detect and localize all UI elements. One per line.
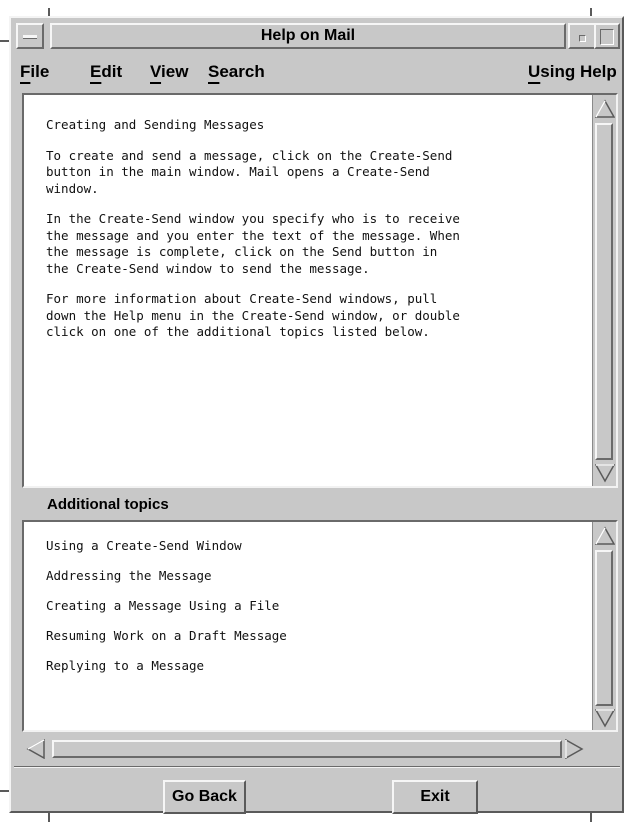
triangle-left-icon[interactable] [26,739,46,759]
minimize-button[interactable] [568,23,596,49]
scrollbar-thumb[interactable] [595,123,613,460]
triangle-down-icon[interactable] [595,708,615,728]
frame-tick [590,812,592,822]
menu-label: ile [30,62,50,81]
help-paragraph: In the Create-Send window you specify wh… [46,211,460,276]
menu-search[interactable]: Search [208,62,265,82]
help-text-pane[interactable]: Creating and Sending Messages To create … [22,93,618,488]
help-heading: Creating and Sending Messages [46,117,265,132]
title-bar: Help on Mail [14,20,620,54]
menu-mnemonic: U [528,62,541,81]
menu-mnemonic: S [208,62,220,81]
menu-bar: File Edit View Search Using Help [14,56,620,90]
minimize-icon [579,35,586,42]
frame-tick [48,812,50,822]
triangle-down-icon[interactable] [595,463,615,483]
menu-view[interactable]: View [150,62,188,82]
topic-item[interactable]: Using a Create-Send Window [46,538,287,568]
help-vertical-scrollbar[interactable] [592,95,616,486]
help-text: Creating and Sending Messages To create … [46,117,586,355]
separator [14,766,620,768]
topics-list-pane[interactable]: Using a Create-Send Window Addressing th… [22,520,618,732]
triangle-up-icon[interactable] [595,526,615,546]
topic-item[interactable]: Replying to a Message [46,658,287,688]
menu-label: earch [219,62,265,81]
help-paragraph: For more information about Create-Send w… [46,291,460,339]
menu-label: iew [161,62,189,81]
maximize-icon [600,29,614,45]
menu-mnemonic: V [150,62,162,81]
menu-mnemonic: E [90,62,102,81]
menu-file[interactable]: File [20,62,49,82]
window-title: Help on Mail [50,23,566,49]
scrollbar-thumb[interactable] [595,550,613,706]
menu-using-help[interactable]: Using Help [528,62,617,82]
topics-horizontal-scrollbar[interactable] [24,738,588,760]
menu-label: sing Help [540,62,617,81]
scrollbar-thumb[interactable] [52,740,562,758]
triangle-right-icon[interactable] [564,739,584,759]
menu-label: dit [101,62,123,81]
topics-list: Using a Create-Send Window Addressing th… [46,538,287,688]
triangle-up-icon[interactable] [595,99,615,119]
menu-mnemonic: F [20,62,31,81]
window-menu-icon [23,35,37,39]
exit-button[interactable]: Exit [392,780,478,814]
topic-item[interactable]: Creating a Message Using a File [46,598,287,628]
menu-edit[interactable]: Edit [90,62,122,82]
maximize-button[interactable] [594,23,620,49]
help-paragraph: To create and send a message, click on t… [46,147,453,196]
go-back-button[interactable]: Go Back [163,780,246,814]
additional-topics-heading: Additional topics [47,496,169,513]
window-menu-button[interactable] [16,23,44,49]
topic-item[interactable]: Resuming Work on a Draft Message [46,628,287,658]
topics-vertical-scrollbar[interactable] [592,522,616,730]
topic-item[interactable]: Addressing the Message [46,568,287,598]
